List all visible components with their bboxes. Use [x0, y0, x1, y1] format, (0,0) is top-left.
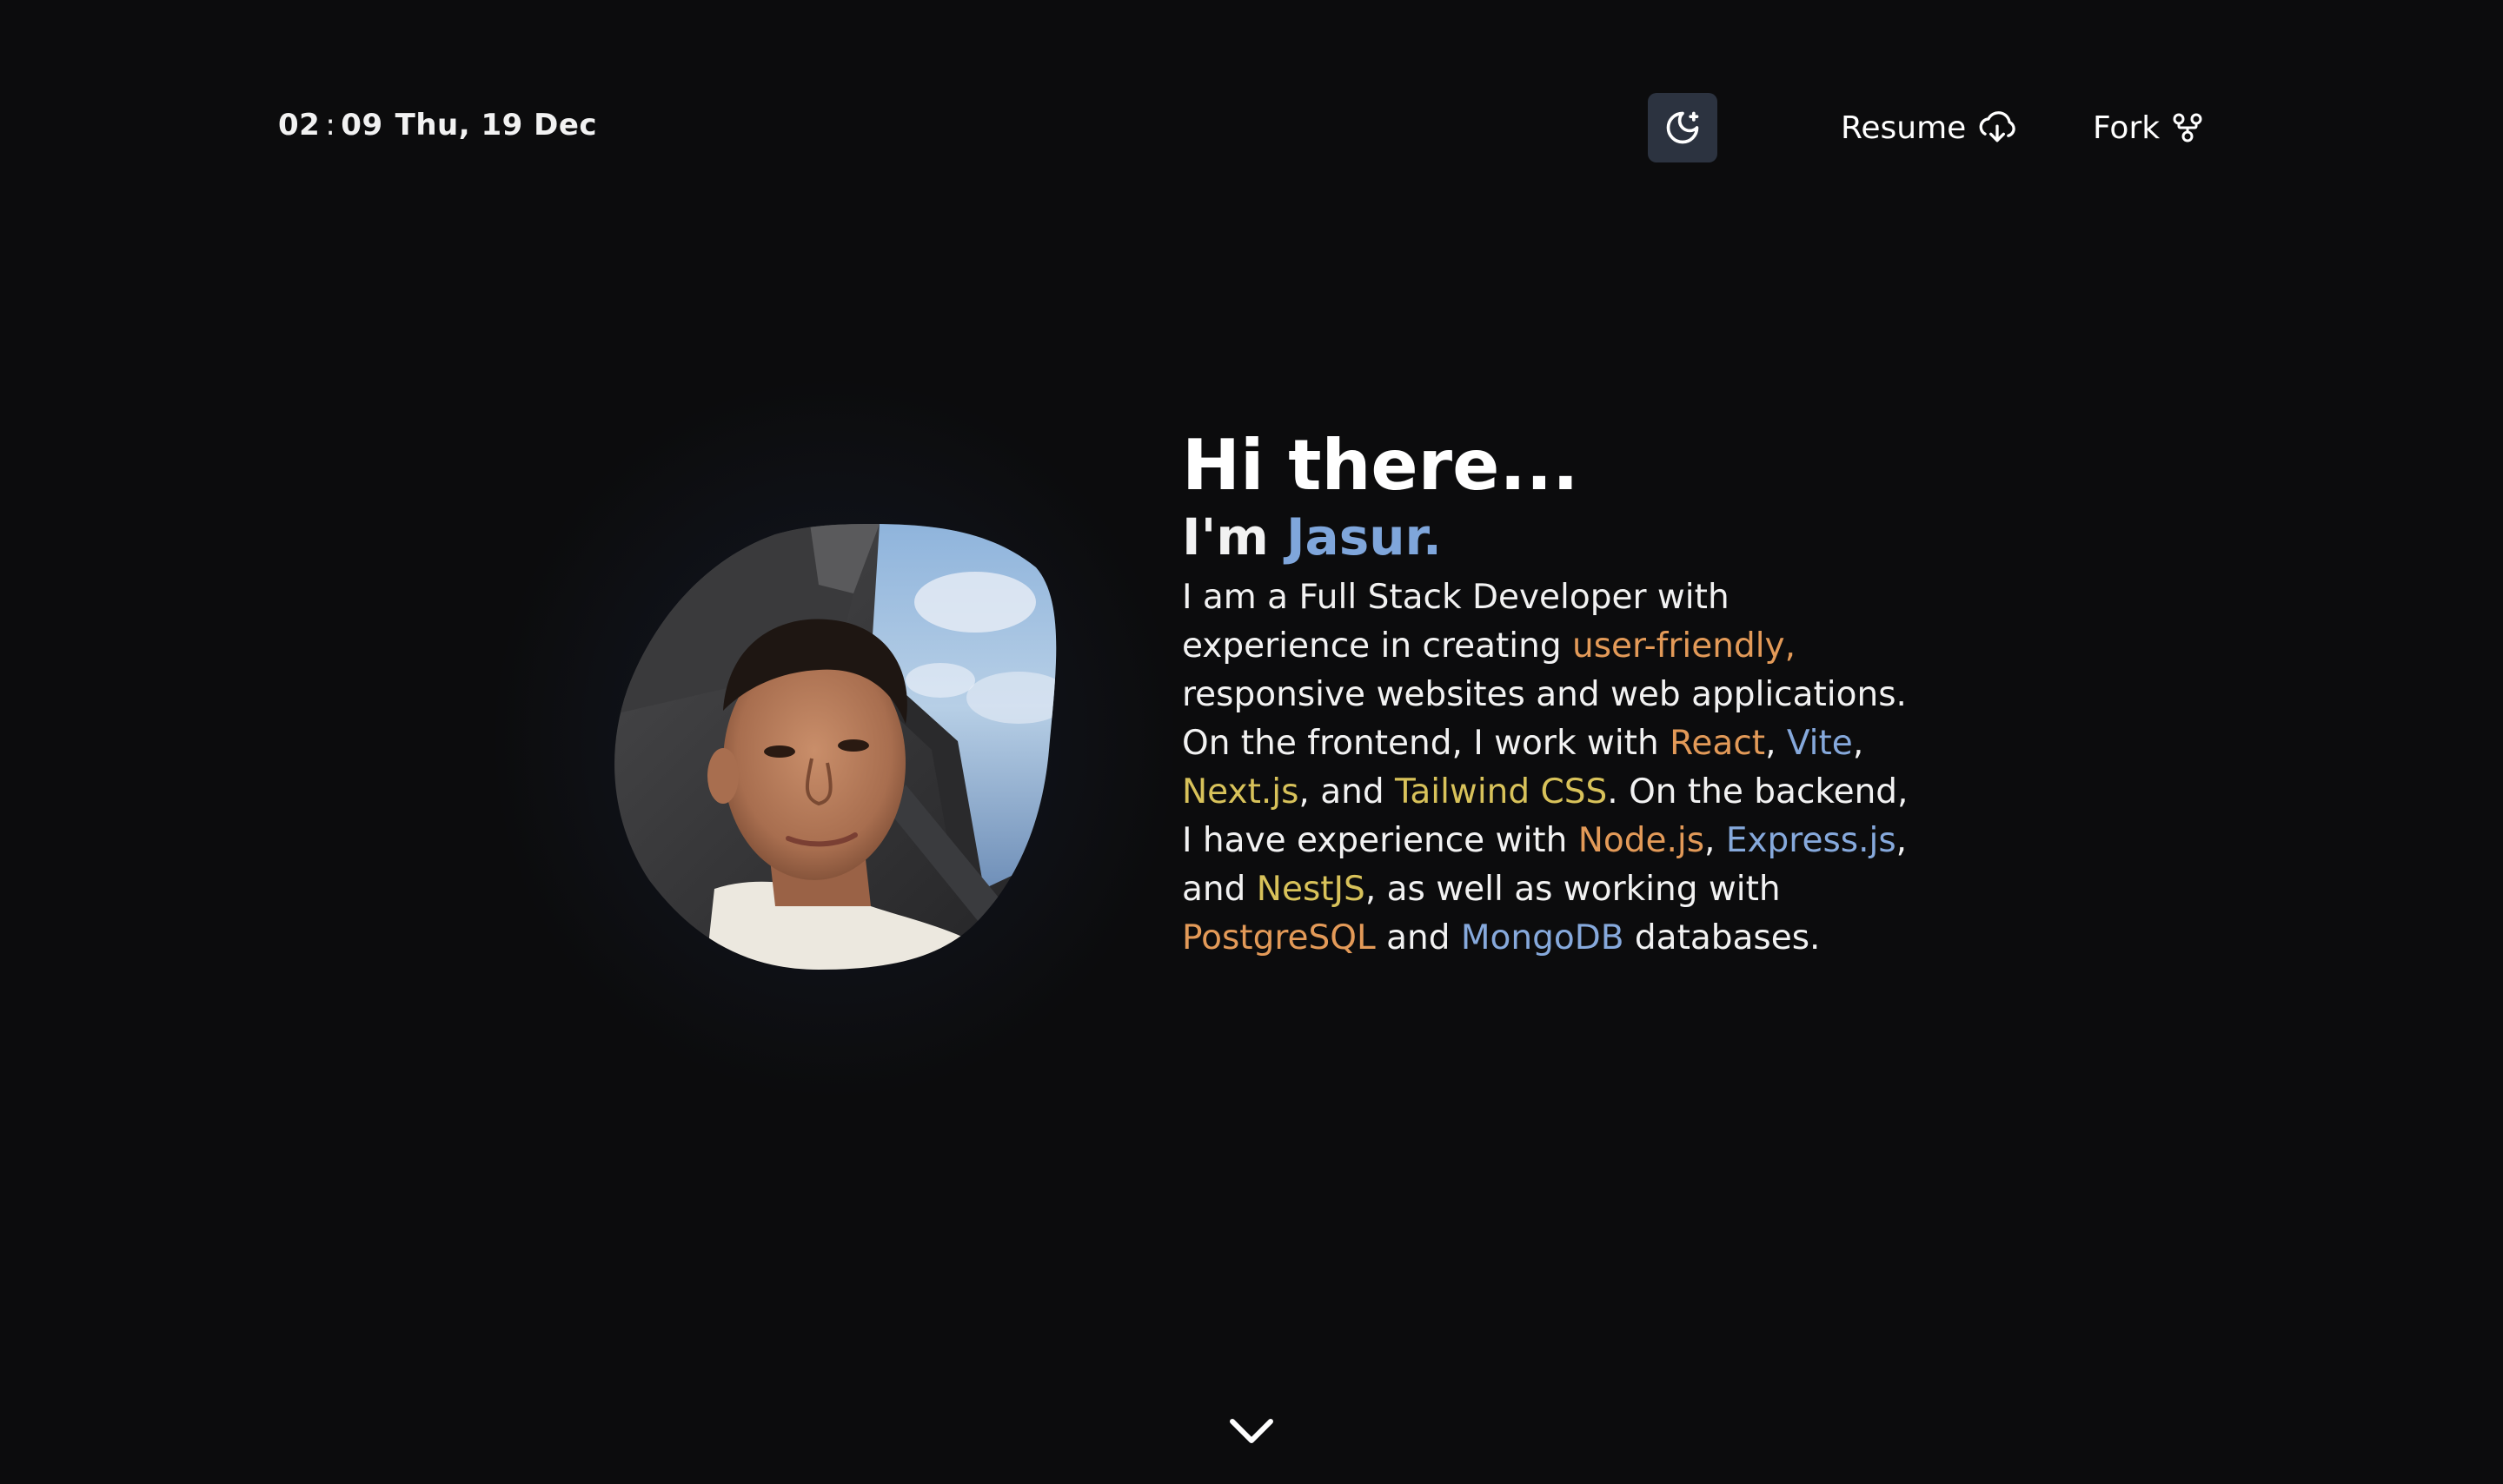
- clock: 02 : 09 Thu, 19 Dec: [278, 108, 597, 142]
- name-highlight: Jasur.: [1285, 507, 1442, 566]
- clock-hours: 02: [278, 108, 321, 142]
- scroll-down-button[interactable]: [1227, 1414, 1276, 1449]
- theme-toggle-button[interactable]: [1648, 93, 1717, 162]
- clock-minutes: 09: [341, 108, 383, 142]
- name-prefix: I'm: [1182, 507, 1286, 566]
- tech-mongodb: MongoDB: [1460, 918, 1624, 957]
- bio-text: I am a Full Stack Developer with: [1182, 578, 1730, 617]
- clock-separator: :: [325, 108, 336, 142]
- bio-text: , and: [1298, 772, 1395, 812]
- bio-text: databases.: [1623, 918, 1821, 957]
- bio-line: On the frontend, I work with React, Vite…: [1182, 719, 1895, 768]
- tech-nestjs: NestJS: [1256, 870, 1365, 909]
- cloud-download-icon: [1979, 111, 2016, 142]
- avatar: [614, 524, 1057, 970]
- greeting-heading: Hi there...: [1182, 425, 1579, 506]
- portfolio-page: 02 : 09 Thu, 19 Dec Resume Fork Hi there…: [0, 0, 2503, 1484]
- bio-text: ,: [1704, 821, 1726, 860]
- bio-text: , as well as working with: [1364, 870, 1781, 909]
- tech-postgresql: PostgreSQL: [1182, 918, 1376, 957]
- bio-text: I have experience with: [1182, 821, 1578, 860]
- tech-react: React: [1670, 724, 1766, 763]
- bio-text: . On the backend,: [1607, 772, 1909, 812]
- bio-text: responsive websites and web applications…: [1182, 675, 1907, 714]
- bio-line: PostgreSQL and MongoDB databases.: [1182, 914, 1895, 963]
- bio-paragraph: I am a Full Stack Developer with experie…: [1182, 573, 1908, 963]
- chevron-down-icon: [1230, 1419, 1273, 1443]
- bio-line: I have experience with Node.js, Express.…: [1182, 817, 1907, 865]
- bio-line: experience in creating user-friendly,: [1182, 622, 1895, 671]
- tech-nextjs: Next.js: [1182, 772, 1299, 812]
- clock-date: Thu, 19 Dec: [395, 108, 598, 142]
- bio-text: ,: [1852, 724, 1864, 763]
- bio-text: experience in creating: [1182, 626, 1573, 666]
- bio-line: I am a Full Stack Developer with: [1182, 573, 1895, 622]
- git-fork-icon: [2173, 113, 2202, 142]
- clock-time: 02 : 09: [278, 108, 383, 142]
- bio-text: and: [1375, 918, 1461, 957]
- bio-text: ,: [1896, 821, 1908, 860]
- bio-text: and: [1182, 870, 1257, 909]
- bio-text: On the frontend, I work with: [1182, 724, 1670, 763]
- highlight-user-friendly: user-friendly,: [1572, 626, 1796, 666]
- intro-section: Hi there... I'm Jasur. I am a Full Stack…: [1182, 424, 1908, 963]
- name-heading: I'm Jasur.: [1182, 507, 1895, 566]
- bio-text: ,: [1765, 724, 1787, 763]
- moon-stars-icon: [1666, 111, 1699, 144]
- fork-link[interactable]: Fork: [2093, 104, 2205, 151]
- bio-line: and NestJS, as well as working with: [1182, 865, 1895, 914]
- bio-line: Next.js, and Tailwind CSS. On the backen…: [1182, 768, 1908, 817]
- bio-line: responsive websites and web applications…: [1182, 671, 1907, 719]
- tech-nodejs: Node.js: [1577, 821, 1705, 860]
- tech-vite: Vite: [1786, 724, 1853, 763]
- tech-tailwind: Tailwind CSS: [1394, 772, 1608, 812]
- resume-link[interactable]: Resume: [1841, 104, 2018, 151]
- fork-label: Fork: [2093, 109, 2161, 146]
- resume-label: Resume: [1841, 109, 1967, 146]
- tech-expressjs: Express.js: [1725, 821, 1896, 860]
